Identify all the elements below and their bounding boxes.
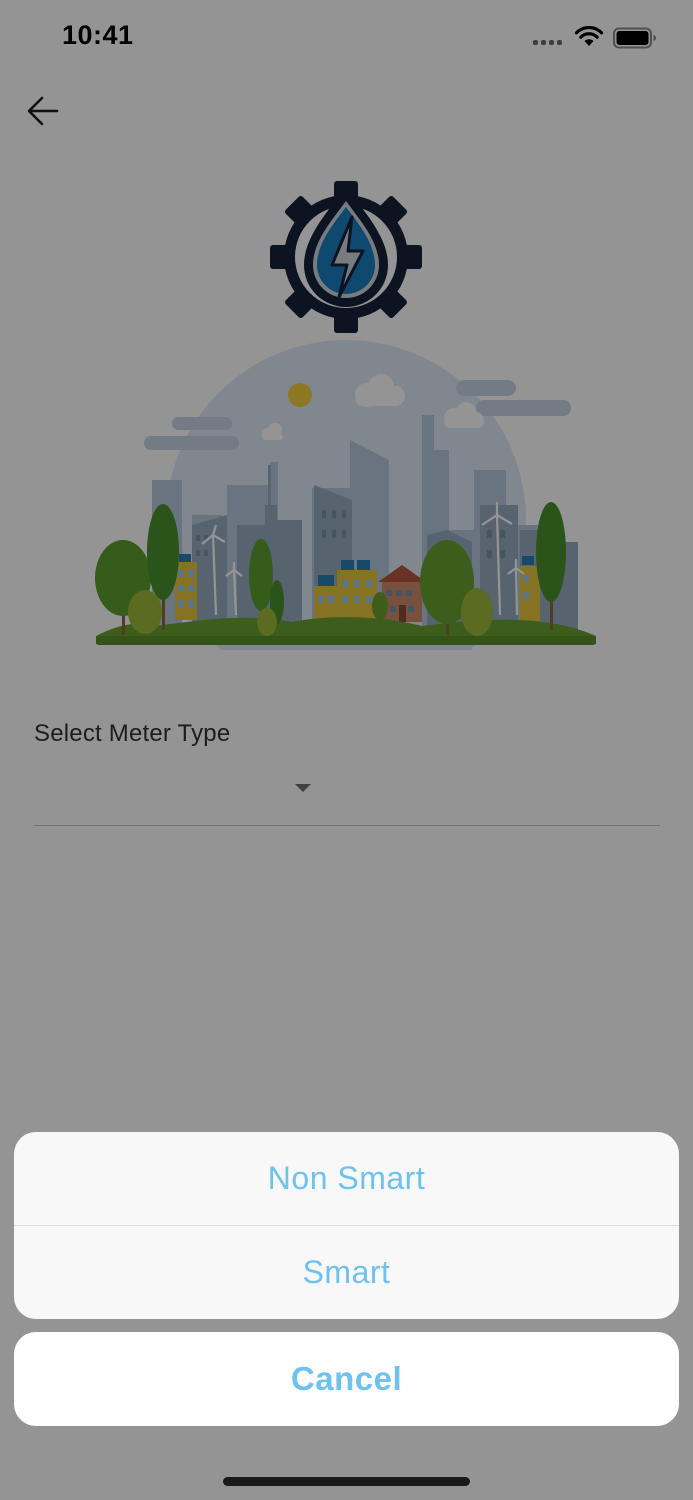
home-indicator: [223, 1477, 470, 1486]
option-smart[interactable]: Smart: [14, 1226, 679, 1319]
action-sheet: Non Smart Smart: [14, 1132, 679, 1319]
cancel-button[interactable]: Cancel: [14, 1332, 679, 1426]
option-non-smart[interactable]: Non Smart: [14, 1132, 679, 1225]
